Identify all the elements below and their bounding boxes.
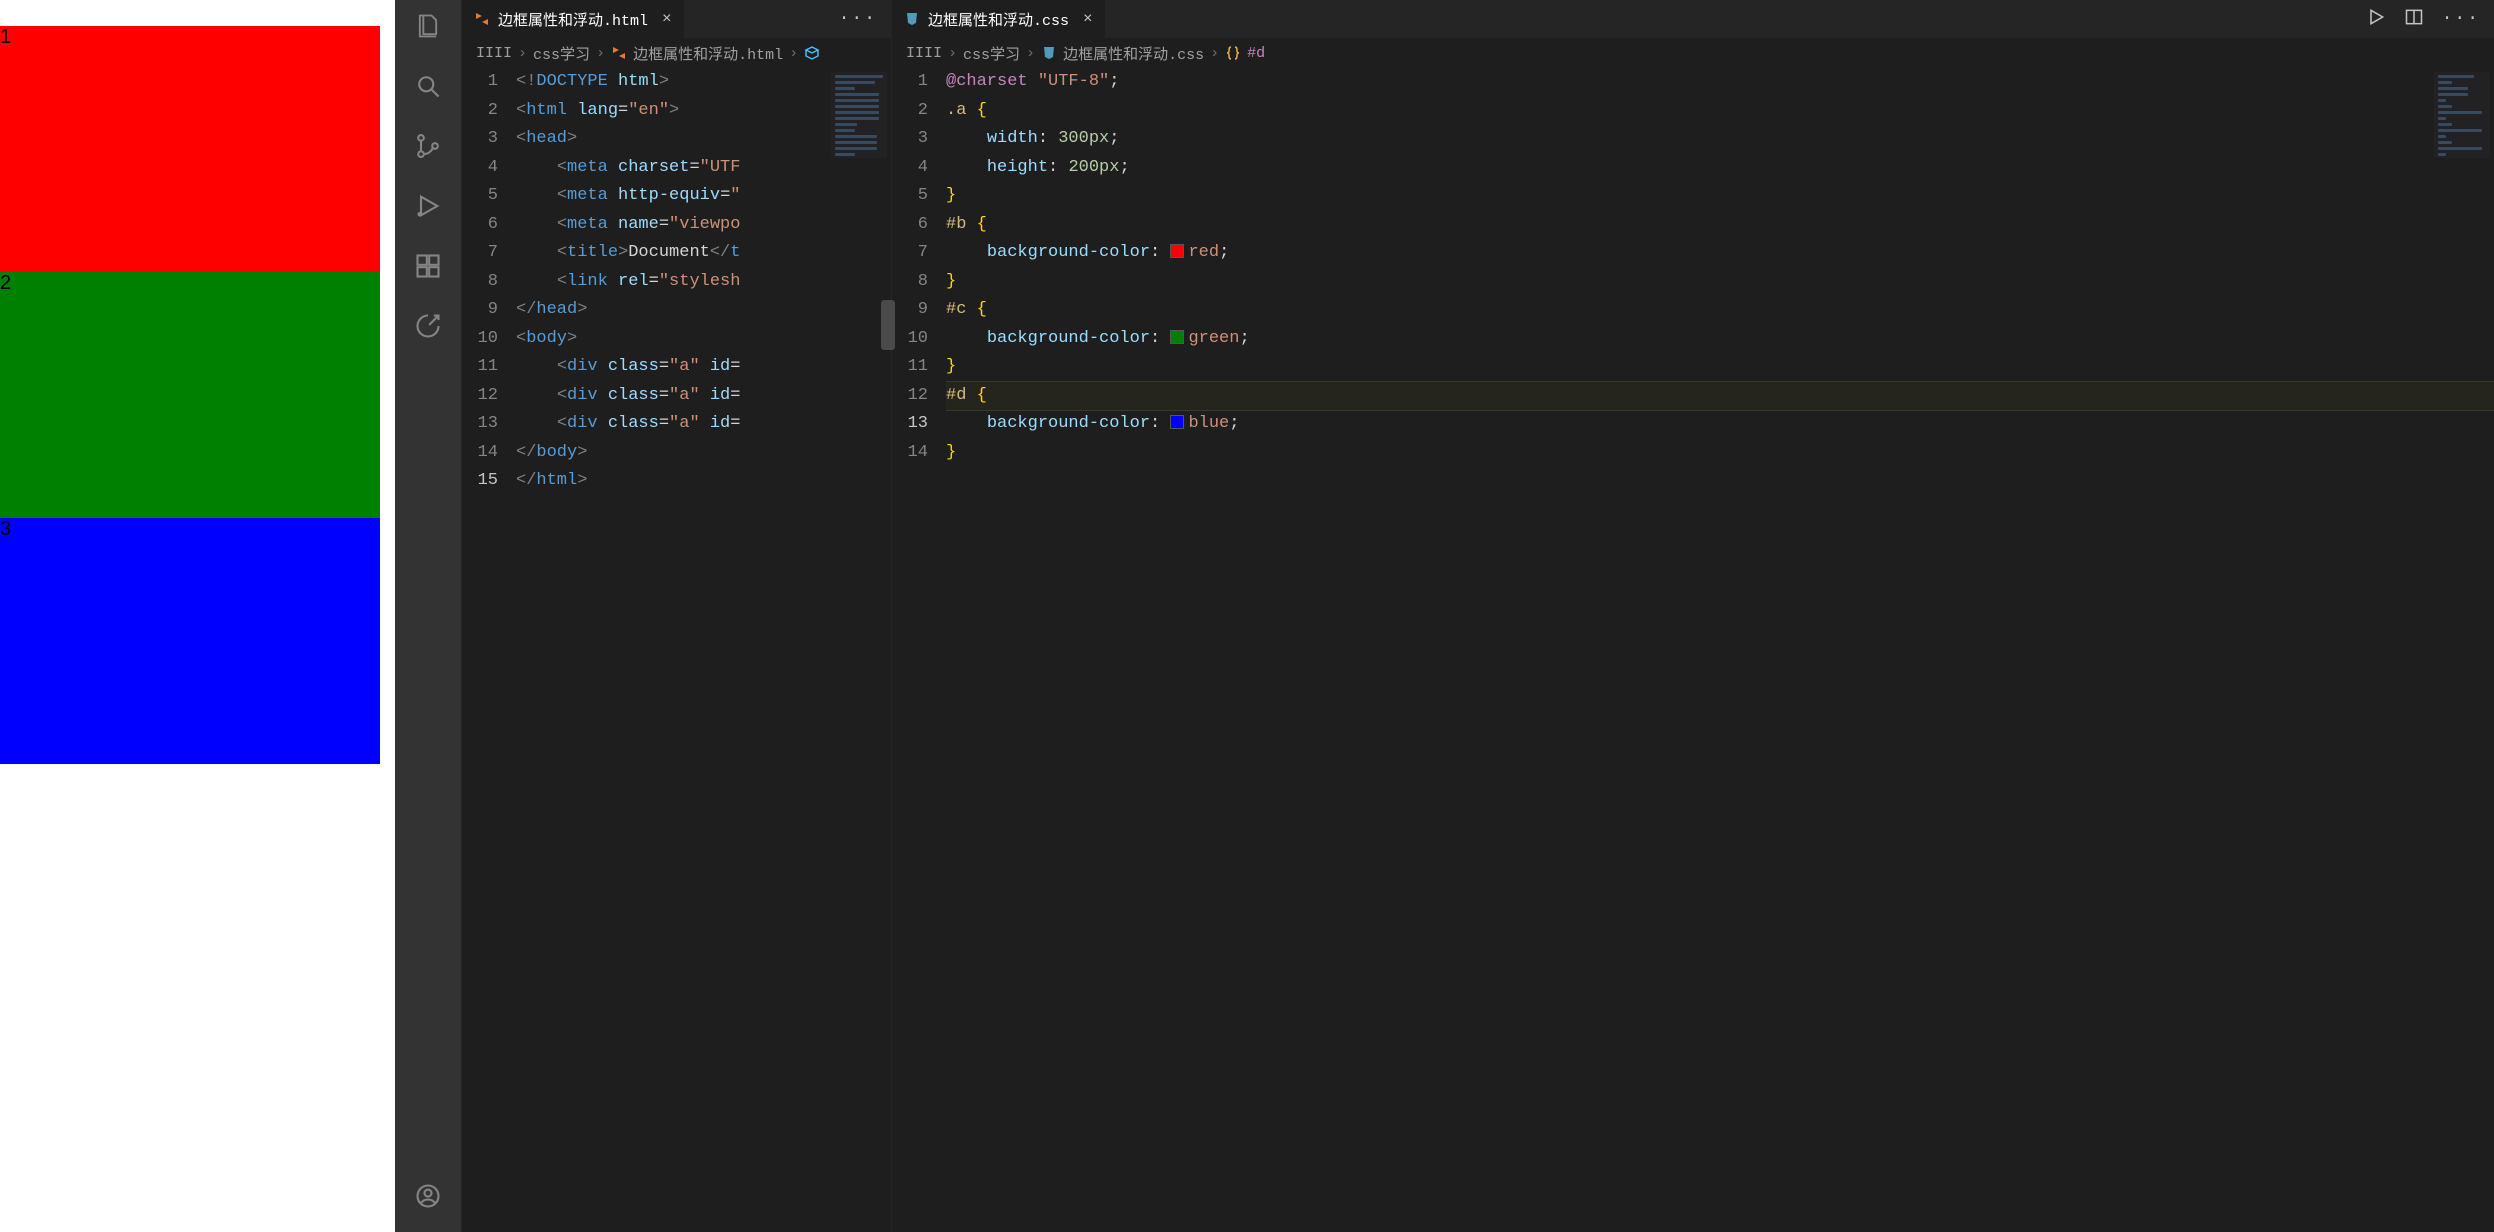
breadcrumb-folder: css学习 (533, 43, 590, 64)
preview-box-label: 2 (0, 272, 11, 295)
remote-icon[interactable] (412, 310, 444, 342)
tab-label: 边框属性和浮动.css (928, 9, 1069, 30)
breadcrumb-file: 边框属性和浮动.html (633, 43, 783, 64)
code-editor[interactable]: 123456789101112131415 <!DOCTYPE html><ht… (462, 68, 891, 1232)
line-number-gutter: 1234567891011121314 (892, 68, 946, 1232)
close-icon[interactable]: × (1077, 10, 1093, 28)
more-actions-icon[interactable]: ··· (2442, 9, 2480, 29)
preview-box-2: 2 (0, 272, 380, 518)
search-icon[interactable] (412, 70, 444, 102)
extensions-icon[interactable] (412, 250, 444, 282)
run-icon[interactable] (2366, 7, 2386, 32)
chevron-right-icon: › (948, 45, 957, 62)
preview-box-3: 3 (0, 518, 380, 764)
tab-html-file[interactable]: 边框属性和浮动.html × (462, 0, 685, 38)
split-editor-icon[interactable] (2404, 7, 2424, 32)
preview-box-label: 3 (0, 518, 11, 541)
source-control-icon[interactable] (412, 130, 444, 162)
editor-group-1: 边框属性和浮动.html × ··· IIII › css学习 › 边框属性和浮… (461, 0, 891, 1232)
breadcrumb-root: IIII (906, 45, 942, 62)
account-icon[interactable] (412, 1180, 444, 1212)
breadcrumb-file: 边框属性和浮动.css (1063, 43, 1204, 64)
code-content[interactable]: @charset "UTF-8";.a { width: 300px; heig… (946, 68, 2494, 1232)
preview-box-1: 1 (0, 26, 380, 272)
html-file-icon (611, 45, 627, 61)
browser-preview-pane: 1 2 3 (0, 0, 395, 1232)
editor-area: 边框属性和浮动.html × ··· IIII › css学习 › 边框属性和浮… (461, 0, 2494, 1232)
code-content[interactable]: <!DOCTYPE html><html lang="en"><head> <m… (516, 68, 891, 1232)
breadcrumb[interactable]: IIII › css学习 › 边框属性和浮动.html › (462, 38, 891, 68)
files-icon[interactable] (412, 10, 444, 42)
tab-toolbar: ··· (2352, 0, 2494, 38)
chevron-right-icon: › (518, 45, 527, 62)
tab-css-file[interactable]: 边框属性和浮动.css × (892, 0, 1106, 38)
symbol-icon (804, 45, 820, 61)
html-file-icon (474, 11, 490, 27)
line-number-gutter: 123456789101112131415 (462, 68, 516, 1232)
breadcrumb-folder: css学习 (963, 43, 1020, 64)
chevron-right-icon: › (789, 45, 798, 62)
preview-body: 1 2 3 (0, 26, 395, 764)
preview-box-label: 1 (0, 26, 11, 49)
editor-group-2: 边框属性和浮动.css × ··· IIII › css学习 › 边框属性和浮动… (891, 0, 2494, 1232)
more-actions-icon[interactable]: ··· (839, 9, 877, 29)
chevron-right-icon: › (1026, 45, 1035, 62)
tab-bar: 边框属性和浮动.css × ··· (892, 0, 2494, 38)
tab-bar: 边框属性和浮动.html × ··· (462, 0, 891, 38)
code-editor[interactable]: 1234567891011121314 @charset "UTF-8";.a … (892, 68, 2494, 1232)
chevron-right-icon: › (1210, 45, 1219, 62)
tab-label: 边框属性和浮动.html (498, 9, 648, 30)
breadcrumb-symbol: #d (1247, 45, 1265, 62)
run-debug-icon[interactable] (412, 190, 444, 222)
minimap[interactable] (2434, 72, 2490, 158)
css-file-icon (1041, 45, 1057, 61)
minimap[interactable] (831, 72, 887, 158)
breadcrumb-root: IIII (476, 45, 512, 62)
symbol-icon (1225, 45, 1241, 61)
activity-bar (395, 0, 461, 1232)
css-file-icon (904, 11, 920, 27)
tab-toolbar: ··· (825, 0, 891, 38)
close-icon[interactable]: × (656, 10, 672, 28)
breadcrumb[interactable]: IIII › css学习 › 边框属性和浮动.css › #d (892, 38, 2494, 68)
chevron-right-icon: › (596, 45, 605, 62)
